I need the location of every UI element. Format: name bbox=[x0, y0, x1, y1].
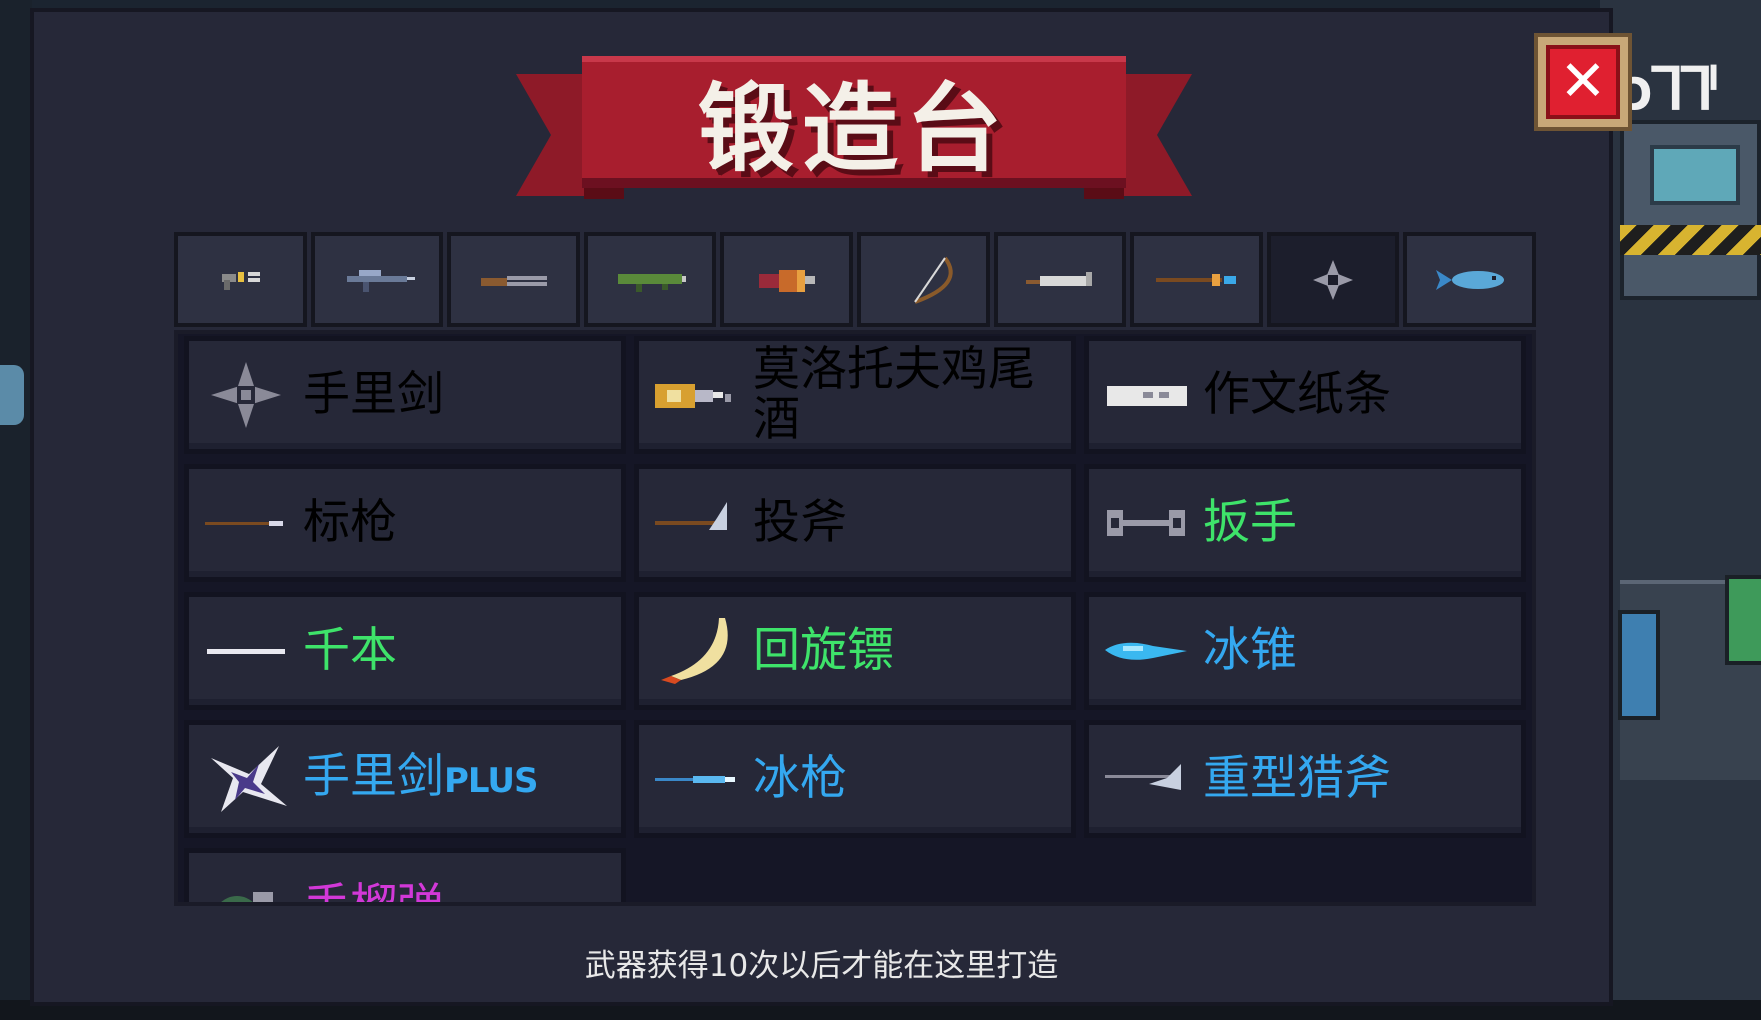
weapon-name: 投斧 bbox=[753, 495, 847, 550]
tab-sword[interactable] bbox=[993, 232, 1127, 327]
forge-panel: 锻造台 ✕ 手里剑 莫洛托夫鸡尾酒 作文纸条 标枪 投斧 扳手 千本 回旋镖 冰… bbox=[30, 8, 1632, 1006]
grenade-icon bbox=[221, 892, 273, 902]
weapon-item-senbon[interactable]: 千本 bbox=[184, 592, 626, 710]
weapon-name: 手榴弹 bbox=[303, 882, 444, 903]
weapon-item-paper-note[interactable]: 作文纸条 bbox=[1084, 336, 1526, 454]
side-handle bbox=[0, 365, 24, 425]
weapon-list: 手里剑 莫洛托夫鸡尾酒 作文纸条 标枪 投斧 扳手 千本 回旋镖 冰锥 手里剑P… bbox=[174, 330, 1536, 906]
weapon-item-grenade[interactable]: 手榴弹 bbox=[184, 848, 626, 903]
weapon-item-boomerang[interactable]: 回旋镖 bbox=[634, 592, 1076, 710]
weapon-name: 莫洛托夫鸡尾酒 bbox=[753, 342, 1035, 447]
close-button[interactable]: ✕ bbox=[1534, 33, 1632, 131]
paper-note-icon bbox=[1107, 386, 1187, 406]
shuriken-icon bbox=[211, 362, 281, 428]
weapon-item-heavy-hunting-axe[interactable]: 重型猎斧 bbox=[1084, 720, 1526, 838]
throwing-axe-icon bbox=[655, 502, 727, 530]
weapon-grid: 手里剑 莫洛托夫鸡尾酒 作文纸条 标枪 投斧 扳手 千本 回旋镖 冰锥 手里剑P… bbox=[184, 336, 1532, 903]
tab-bow[interactable] bbox=[856, 232, 990, 327]
weapon-name-base: 手里剑 bbox=[303, 749, 444, 804]
ice-cone-icon bbox=[1105, 642, 1187, 660]
boomerang-icon bbox=[661, 618, 728, 684]
pistol-icon bbox=[222, 271, 261, 290]
shotgun-icon bbox=[481, 275, 548, 286]
weapon-item-wrench[interactable]: 扳手 bbox=[1084, 464, 1526, 582]
weapon-item-ice-cone[interactable]: 冰锥 bbox=[1084, 592, 1526, 710]
title-banner: 锻造台 bbox=[516, 44, 1192, 204]
rocket-launcher-icon bbox=[618, 273, 687, 292]
background-sign-text: ɔᒣᒣᑊ bbox=[1620, 55, 1719, 123]
tab-shuriken[interactable] bbox=[1266, 232, 1400, 327]
weapon-name: 冰枪 bbox=[753, 751, 847, 806]
background-scene: ɔᒣᒣᑊ bbox=[1600, 0, 1761, 1020]
ice-spear-icon bbox=[655, 776, 735, 783]
tab-rocket-launcher[interactable] bbox=[583, 232, 717, 327]
tab-shotgun[interactable] bbox=[447, 232, 580, 327]
senbon-icon bbox=[207, 649, 285, 654]
tab-staff[interactable] bbox=[1130, 232, 1263, 327]
weapon-name: 千本 bbox=[303, 623, 397, 678]
background-tank bbox=[1618, 610, 1660, 720]
shuriken-icon bbox=[1313, 259, 1354, 300]
molotov-icon bbox=[655, 384, 731, 408]
weapon-item-ice-spear[interactable]: 冰枪 bbox=[634, 720, 1076, 838]
tab-pistol[interactable] bbox=[174, 232, 307, 327]
hazard-stripe bbox=[1620, 225, 1761, 255]
shuriken-plus-icon bbox=[211, 746, 287, 812]
sword-icon bbox=[1025, 271, 1092, 286]
staff-icon bbox=[1156, 273, 1237, 286]
background-left-edge bbox=[0, 0, 32, 1020]
weapon-name: 扳手 bbox=[1203, 495, 1297, 550]
bow-icon bbox=[914, 256, 953, 304]
tab-flamethrower[interactable] bbox=[720, 232, 853, 327]
weapon-name: 重型猎斧 bbox=[1203, 751, 1391, 806]
background-monitor bbox=[1650, 145, 1740, 205]
background-plant-pot bbox=[1725, 575, 1761, 665]
weapon-item-shuriken[interactable]: 手里剑 bbox=[184, 336, 626, 454]
tab-fish[interactable] bbox=[1403, 232, 1536, 327]
close-icon: ✕ bbox=[1559, 49, 1607, 114]
page-title: 锻造台 bbox=[698, 72, 1010, 185]
flamethrower-icon bbox=[758, 269, 815, 292]
game-screen: ɔᒣᒣᑊ 锻造台 ✕ 手里剑 莫洛托夫鸡尾酒 作文纸条 标枪 投斧 扳手 千本 … bbox=[0, 0, 1761, 1020]
weapon-name: 手里剑 bbox=[303, 367, 444, 422]
wrench-icon bbox=[1107, 510, 1185, 536]
weapon-item-molotov[interactable]: 莫洛托夫鸡尾酒 bbox=[634, 336, 1076, 454]
category-tabs bbox=[174, 232, 1536, 327]
weapon-item-shuriken-plus[interactable]: 手里剑PLUS bbox=[184, 720, 626, 838]
fish-icon bbox=[1435, 269, 1504, 290]
tab-rifle[interactable] bbox=[310, 232, 444, 327]
rifle-icon bbox=[346, 269, 415, 292]
weapon-name: 作文纸条 bbox=[1203, 367, 1391, 422]
weapon-name: 手里剑PLUS bbox=[303, 749, 538, 806]
weapon-name-suffix: PLUS bbox=[444, 761, 538, 801]
weapon-item-javelin[interactable]: 标枪 bbox=[184, 464, 626, 582]
weapon-item-throwing-axe[interactable]: 投斧 bbox=[634, 464, 1076, 582]
forge-requirement-note: 武器获得10次以后才能在这里打造 bbox=[584, 948, 1059, 984]
weapon-name: 标枪 bbox=[303, 495, 397, 550]
heavy-hunting-axe-icon bbox=[1105, 764, 1181, 790]
weapon-name: 回旋镖 bbox=[753, 623, 894, 678]
banner-body: 锻造台 bbox=[582, 56, 1126, 188]
weapon-name: 冰锥 bbox=[1203, 623, 1297, 678]
javelin-icon bbox=[205, 521, 283, 526]
